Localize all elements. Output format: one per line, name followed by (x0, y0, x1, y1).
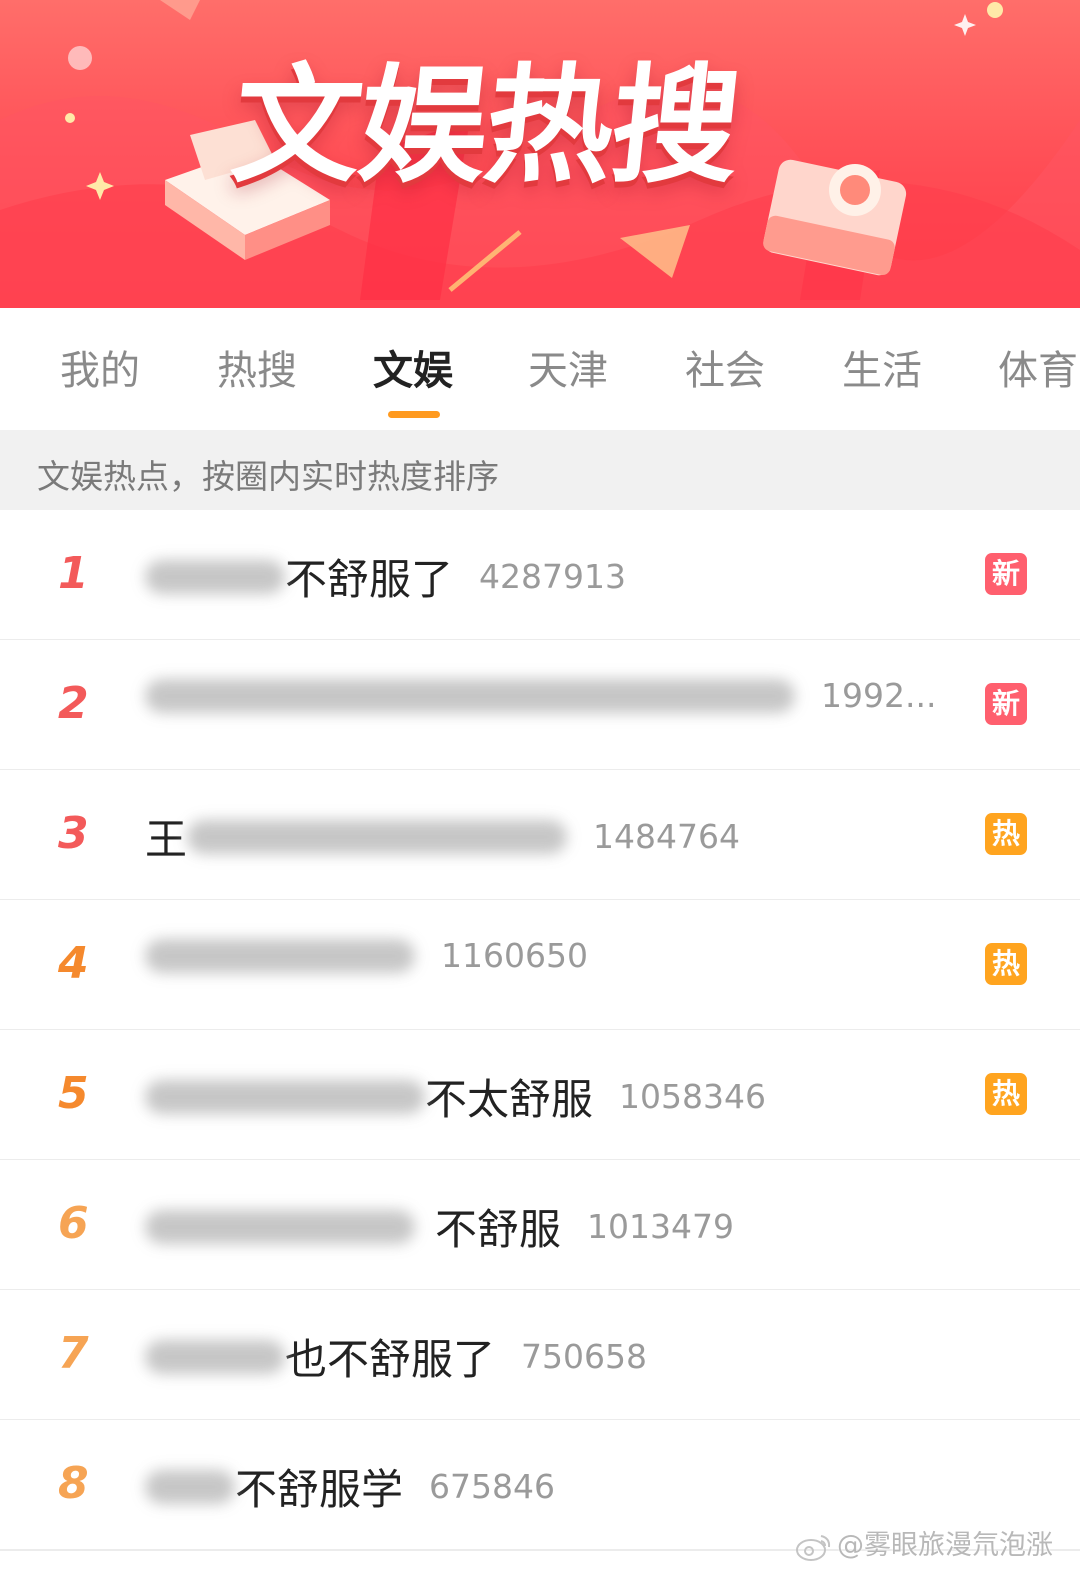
item-heat-count: 1013479 (587, 1207, 734, 1246)
tab-tianjin[interactable]: 天津 (528, 338, 608, 396)
item-title: 不太舒服 (425, 1075, 594, 1124)
item-title-row: 不舒服了 4287913 (145, 546, 626, 606)
item-title-row: 不太舒服 1058346 (145, 1066, 766, 1126)
tab-mine[interactable]: 我的 (60, 338, 140, 396)
blurred-text (187, 819, 568, 854)
tab-society[interactable]: 社会 (685, 338, 765, 396)
item-title-row: 不舒服 1013479 (145, 1196, 734, 1256)
category-tabs: 我的 热搜 文娱 天津 社会 生活 体育 (0, 308, 1080, 430)
list-description: 文娱热点，按圈内实时热度排序 (37, 457, 499, 496)
item-title-row: 王 1484764 (145, 806, 740, 866)
tab-hot-search[interactable]: 热搜 (217, 338, 297, 396)
item-heat-count: 1992... (821, 676, 937, 715)
item-title-row: 1160650 (145, 936, 588, 996)
list-item[interactable]: 3 王 1484764 热 (0, 770, 1080, 901)
banner-title: 文娱热搜 (225, 52, 746, 201)
blurred-text (145, 678, 795, 713)
rank-number: 1 (58, 548, 89, 599)
item-heat-count: 675846 (429, 1467, 555, 1506)
tab-entertainment[interactable]: 文娱 (373, 338, 453, 396)
watermark: @雾眼旅漫氘泡涨 (795, 1523, 1053, 1562)
rank-number: 7 (58, 1328, 89, 1379)
blurred-text (145, 559, 285, 594)
rank-number: 8 (58, 1458, 89, 1509)
item-title-prefix: 王 (145, 815, 188, 864)
hot-badge: 热 (985, 943, 1027, 985)
blurred-text (145, 1339, 285, 1374)
list-item[interactable]: 5 不太舒服 1058346 热 (0, 1030, 1080, 1161)
list-item[interactable]: 1 不舒服了 4287913 新 (0, 510, 1080, 641)
hot-badge: 热 (985, 813, 1027, 855)
item-heat-count: 1484764 (593, 817, 740, 856)
new-badge: 新 (985, 683, 1027, 725)
new-badge: 新 (985, 553, 1027, 595)
list-item[interactable]: 7 也不舒服了 750658 (0, 1290, 1080, 1421)
item-title-row: 不舒服学 675846 (145, 1456, 555, 1516)
item-heat-count: 4287913 (479, 557, 626, 596)
tab-sports[interactable]: 体育 (998, 338, 1078, 396)
rank-number: 6 (58, 1198, 89, 1249)
rank-number: 5 (58, 1068, 89, 1119)
item-title: 不舒服学 (235, 1465, 404, 1514)
item-title-row: 1992... (145, 676, 936, 736)
rank-number: 3 (58, 808, 89, 859)
item-title: 不舒服 (435, 1205, 562, 1254)
item-heat-count: 1160650 (441, 936, 588, 975)
item-heat-count: 750658 (521, 1337, 647, 1376)
blurred-text (145, 1469, 235, 1504)
rank-number: 2 (58, 678, 89, 729)
hot-badge: 热 (985, 1073, 1027, 1115)
blurred-text (145, 938, 415, 973)
blurred-text (145, 1209, 415, 1244)
hero-banner: 文娱热搜 (0, 0, 1080, 308)
item-heat-count: 1058346 (619, 1077, 766, 1116)
item-title: 也不舒服了 (285, 1335, 496, 1384)
blurred-text (145, 1079, 425, 1114)
rank-number: 4 (58, 938, 89, 989)
item-title: 不舒服了 (285, 555, 454, 604)
watermark-text: @雾眼旅漫氘泡涨 (837, 1530, 1053, 1561)
list-item[interactable]: 6 不舒服 1013479 (0, 1160, 1080, 1291)
item-title-row: 也不舒服了 750658 (145, 1326, 647, 1386)
tab-life[interactable]: 生活 (842, 338, 922, 396)
list-description-bar: 文娱热点，按圈内实时热度排序 (0, 430, 1080, 510)
weibo-logo-icon (796, 1534, 831, 1561)
list-item[interactable]: 2 1992... 新 (0, 640, 1080, 771)
active-tab-indicator (388, 411, 440, 418)
list-item[interactable]: 4 1160650 热 (0, 900, 1080, 1031)
